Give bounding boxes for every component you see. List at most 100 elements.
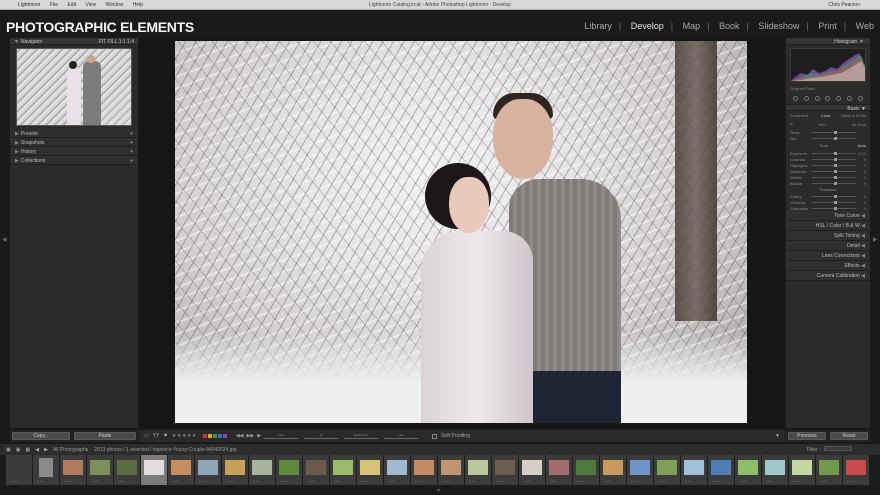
navigator-header[interactable]: ▼ Navigator FIT FILL 1:1 1:4 (10, 38, 138, 45)
filmstrip-source[interactable]: All Photographs (53, 447, 88, 453)
filmstrip-thumbnail[interactable]: ••••• (222, 455, 248, 485)
filmstrip-thumbnail[interactable]: ••••• (762, 455, 788, 485)
slider-thumb[interactable] (834, 181, 837, 185)
filmstrip-thumbnail[interactable]: ••••• (195, 455, 221, 485)
before-after-icon[interactable]: YY (153, 433, 160, 439)
paste-button[interactable]: Paste (74, 432, 136, 440)
histogram-header[interactable]: Histogram ▼ (786, 38, 870, 45)
filmstrip-thumbnail[interactable]: ••••• (600, 455, 626, 485)
next-photo-icon[interactable]: ▶▶ (247, 433, 255, 439)
slider-thumb[interactable] (834, 175, 837, 179)
filmstrip-thumbnail[interactable]: ••••• (843, 455, 869, 485)
radial-filter-icon[interactable] (847, 95, 853, 101)
filmstrip-thumbnail[interactable]: ••••• (816, 455, 842, 485)
toolbar-slider-2[interactable]: All (304, 433, 339, 439)
secondary-window-icon[interactable]: ▣ (16, 447, 21, 453)
filmstrip-thumbnail[interactable]: ••••• (60, 455, 86, 485)
wb-select[interactable]: As Shot (852, 122, 866, 127)
camera-calibration-section[interactable]: Camera Calibration ◀ (786, 271, 870, 281)
split-toning-section[interactable]: Split Toning ◀ (786, 231, 870, 241)
previous-photo-icon[interactable]: ◀◀ (236, 433, 244, 439)
lens-corrections-section[interactable]: Lens Corrections ◀ (786, 251, 870, 261)
filmstrip-thumbnail[interactable]: ••••• (141, 455, 167, 485)
slider-value[interactable]: 0 (856, 163, 866, 168)
slider-track[interactable] (812, 181, 856, 185)
slider-track[interactable] (264, 438, 299, 439)
slider-thumb[interactable] (834, 200, 837, 204)
reset-button[interactable]: Reset (830, 432, 868, 440)
slider-track[interactable] (812, 130, 856, 134)
red-label-swatch[interactable] (202, 434, 207, 438)
module-library[interactable]: Library (584, 21, 612, 31)
toolbar-slider-4[interactable]: Hue (384, 433, 419, 439)
filmstrip-thumbnail[interactable]: ••••• (573, 455, 599, 485)
slider-value[interactable]: 0 (856, 181, 866, 186)
filmstrip-thumbnail[interactable]: ••••• (303, 455, 329, 485)
crop-tool-icon[interactable] (803, 95, 809, 101)
slider-thumb[interactable] (834, 130, 837, 134)
filmstrip-count[interactable]: 2613 photos / 1 selected / bigstock-Youn… (94, 447, 236, 453)
filmstrip-thumbnail[interactable]: ••••• (681, 455, 707, 485)
grid-overlay-icon[interactable] (792, 95, 798, 101)
toolbar-slider-1[interactable]: Color (264, 433, 299, 439)
history-section[interactable]: ▶ History × (10, 147, 138, 156)
slider-value[interactable]: 0 (856, 169, 866, 174)
filmstrip-thumbnail[interactable]: ••••• (6, 455, 32, 485)
slider-track[interactable] (812, 200, 856, 204)
purple-label-swatch[interactable] (222, 434, 227, 438)
filmstrip[interactable]: ••••• ••••• ••••• ••••• ••••• ••••• ••••• •••••… (0, 455, 880, 487)
filmstrip-thumbnail[interactable]: ••••• (276, 455, 302, 485)
slider-value[interactable]: 0 (856, 175, 866, 180)
red-eye-icon[interactable] (825, 95, 831, 101)
treatment-bw-button[interactable]: Black & White (841, 113, 866, 118)
filmstrip-thumbnail[interactable]: ••••• (411, 455, 437, 485)
add-preset-icon[interactable]: + (130, 131, 133, 137)
slider-thumb[interactable] (834, 157, 837, 161)
module-book[interactable]: Book (719, 21, 740, 31)
navigator-preview[interactable] (16, 48, 132, 126)
filmstrip-thumbnail[interactable]: ••••• (519, 455, 545, 485)
spot-removal-icon[interactable] (814, 95, 820, 101)
filmstrip-thumbnail[interactable]: ••••• (735, 455, 761, 485)
blue-label-swatch[interactable] (217, 434, 222, 438)
toolbar-slider-3[interactable]: None/Gold (344, 433, 379, 439)
filmstrip-thumbnail[interactable]: ••••• (330, 455, 356, 485)
clear-history-icon[interactable]: × (130, 149, 133, 155)
basic-header[interactable]: Basic ▼ (786, 104, 870, 112)
detail-section[interactable]: Detail ◀ (786, 241, 870, 251)
slider-track[interactable] (304, 438, 339, 439)
slider-track[interactable] (812, 151, 856, 155)
slider-track[interactable] (812, 175, 856, 179)
add-snapshot-icon[interactable]: + (130, 140, 133, 146)
soft-proofing-checkbox[interactable] (432, 433, 438, 439)
grid-view-icon[interactable]: ▦ (25, 447, 30, 453)
star-rating[interactable]: ★★★★★ (172, 433, 197, 439)
left-panel-toggle-icon[interactable]: ◀ (2, 236, 7, 243)
slider-track[interactable] (812, 194, 856, 198)
slider-track[interactable] (812, 169, 856, 173)
navigator-zoom-options[interactable]: FIT FILL 1:1 1:4 (99, 39, 134, 45)
module-develop[interactable]: Develop (631, 21, 664, 31)
flag-icon[interactable]: ⚑ (163, 433, 167, 439)
green-label-swatch[interactable] (212, 434, 217, 438)
wb-eyedropper-icon[interactable]: ✎ (790, 122, 793, 127)
module-web[interactable]: Web (856, 21, 874, 31)
filmstrip-thumbnail[interactable]: ••••• (438, 455, 464, 485)
filmstrip-thumbnail[interactable]: ••••• (654, 455, 680, 485)
tone-curve-section[interactable]: Tone Curve ◀ (786, 211, 870, 221)
filmstrip-thumbnail[interactable]: ••••• (627, 455, 653, 485)
slider-track[interactable] (344, 438, 379, 439)
slider-thumb[interactable] (834, 206, 837, 210)
module-print[interactable]: Print (818, 21, 837, 31)
copy-button[interactable]: Copy... (12, 432, 70, 440)
back-arrow-icon[interactable]: ◀ (35, 447, 39, 453)
add-collection-icon[interactable]: + (130, 158, 133, 164)
filmstrip-thumbnail[interactable]: ••••• (168, 455, 194, 485)
slider-value[interactable]: 0 (856, 206, 866, 211)
filmstrip-thumbnail[interactable]: ••••• (384, 455, 410, 485)
effects-section[interactable]: Effects ◀ (786, 261, 870, 271)
main-photo[interactable] (175, 41, 747, 423)
bottom-panel-toggle-icon[interactable]: ▼ (436, 488, 441, 494)
filmstrip-thumbnail[interactable]: ••••• (492, 455, 518, 485)
hsl-section[interactable]: HSL / Color / B & W ◀ (786, 221, 870, 231)
